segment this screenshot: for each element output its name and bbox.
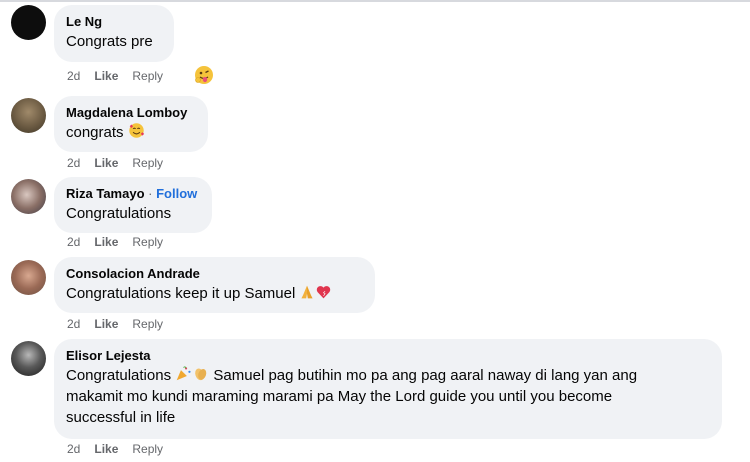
reply-button[interactable]: Reply: [132, 69, 163, 83]
comment-actions: 2d Like Reply: [67, 235, 177, 249]
clapping-hands-icon: [195, 368, 207, 381]
comment-time[interactable]: 2d: [67, 317, 80, 331]
comment-author-row: Riza Tamayo · Follow: [66, 185, 200, 203]
smiling-face-with-hearts-icon: [128, 123, 144, 138]
comment-time[interactable]: 2d: [67, 235, 80, 249]
comment-actions: 2d Like Reply: [67, 156, 177, 170]
avatar[interactable]: [11, 179, 46, 214]
comment-text: Congrats pre: [66, 33, 153, 50]
reply-button[interactable]: Reply: [132, 156, 163, 170]
avatar[interactable]: [11, 260, 46, 295]
like-button[interactable]: Like: [94, 442, 118, 456]
comment-text: congrats: [66, 122, 196, 143]
comment-text-prefix: Congratulations: [66, 367, 172, 384]
comment-text-content: Congratulations keep it up Samuel: [66, 285, 296, 302]
comment-author[interactable]: Riza Tamayo: [66, 186, 145, 201]
comment-bubble: Magdalena Lomboy congrats: [54, 96, 208, 152]
tongue-face-reaction-icon[interactable]: [194, 65, 214, 85]
like-button[interactable]: Like: [94, 317, 118, 331]
comment-bubble: Le Ng Congrats pre: [54, 5, 174, 62]
folded-hands-icon: [301, 285, 314, 299]
comment-text-line3: successful in life: [66, 409, 176, 426]
reply-button[interactable]: Reply: [132, 235, 163, 249]
avatar[interactable]: [11, 98, 46, 133]
comment-actions: 2d Like Reply: [67, 69, 177, 83]
avatar[interactable]: [11, 341, 46, 376]
comment-author[interactable]: Magdalena Lomboy: [66, 104, 196, 122]
like-button[interactable]: Like: [94, 156, 118, 170]
comment-text: Congratulations Samuel pag butihin mo pa…: [66, 365, 710, 428]
comment-author[interactable]: Elisor Lejesta: [66, 347, 710, 365]
comment-text-content: congrats: [66, 124, 124, 141]
comment-text: Congratulations keep it up Samuel: [66, 283, 363, 304]
comment-time[interactable]: 2d: [67, 156, 80, 170]
avatar[interactable]: [11, 5, 46, 40]
comment-text-line1: Samuel pag butihin mo pa ang pag aaral n…: [213, 367, 638, 384]
comment-text-line2: makamit mo kundi maraming marami pa May …: [66, 388, 613, 405]
comment-bubble: Riza Tamayo · Follow Congratulations: [54, 177, 212, 233]
comment-bubble: Elisor Lejesta Congratulations Samuel pa…: [54, 339, 722, 439]
party-popper-icon: [176, 366, 191, 381]
follow-button[interactable]: Follow: [156, 186, 197, 201]
comment-actions: 2d Like Reply: [67, 442, 177, 456]
reply-button[interactable]: Reply: [132, 317, 163, 331]
comment-author[interactable]: Consolacion Andrade: [66, 265, 363, 283]
like-button[interactable]: Like: [94, 235, 118, 249]
comment-text: Congratulations: [66, 205, 172, 222]
top-divider: [0, 0, 750, 2]
comment-time[interactable]: 2d: [67, 69, 80, 83]
reply-button[interactable]: Reply: [132, 442, 163, 456]
comment-time[interactable]: 2d: [67, 442, 80, 456]
comment-author[interactable]: Le Ng: [66, 13, 162, 31]
like-button[interactable]: Like: [94, 69, 118, 83]
comment-bubble: Consolacion Andrade Congratulations keep…: [54, 257, 375, 313]
separator-dot: ·: [148, 186, 153, 201]
heart-icon: [317, 286, 331, 299]
comment-actions: 2d Like Reply: [67, 317, 177, 331]
